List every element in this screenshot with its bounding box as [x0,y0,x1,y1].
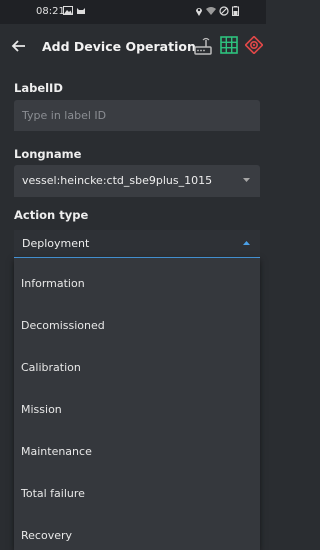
status-time: 08:21 [36,6,65,17]
page-title: Add Device Operation [42,39,196,54]
cat-icon [77,8,85,14]
location-icon [196,8,202,16]
chevron-up-icon [243,241,250,245]
action-type-label: Action type [14,208,89,222]
menu-item-total-failure[interactable]: Total failure [14,473,260,515]
menu-item-recovery[interactable]: Recovery [14,515,260,550]
menu-item-label: Maintenance [21,445,92,458]
menu-item-label: Information [21,277,85,290]
menu-item-label: Calibration [21,361,81,374]
menu-item-information[interactable]: Information [14,263,260,305]
menu-item-calibration[interactable]: Calibration [14,347,260,389]
menu-item-label: Mission [21,403,62,416]
menu-item-decomissioned[interactable]: Decomissioned [14,305,260,347]
status-bar: 08:21 [0,0,266,24]
status-left-icons [63,6,86,15]
menu-item-label: Total failure [21,487,85,500]
longname-label: Longname [14,147,82,161]
menu-item-maintenance[interactable]: Maintenance [14,431,260,473]
do-not-disturb-icon [219,6,229,16]
longname-select[interactable]: vessel:heincke:ctd_sbe9plus_1015 [14,165,260,197]
battery-icon [232,6,239,16]
label-id-placeholder: Type in label ID [22,109,107,122]
status-right-icons [195,6,239,16]
menu-item-label: Decomissioned [21,319,105,332]
chevron-down-icon [243,178,250,182]
back-arrow-icon[interactable] [9,36,29,56]
router-icon[interactable] [193,36,213,56]
grid-icon[interactable] [220,36,238,54]
gallery-icon [63,6,73,15]
wifi-icon [206,7,216,15]
action-type-select[interactable]: Deployment [14,230,260,259]
label-id-label: LabelID [14,81,63,95]
target-icon[interactable] [245,36,263,54]
label-id-input[interactable]: Type in label ID [14,100,260,131]
longname-value: vessel:heincke:ctd_sbe9plus_1015 [22,174,213,187]
action-type-menu: Information Decomissioned Calibration Mi… [14,258,260,550]
action-type-value: Deployment [22,237,90,250]
app-bar: Add Device Operation [0,24,266,74]
menu-item-label: Recovery [21,529,73,542]
menu-item-mission[interactable]: Mission [14,389,260,431]
